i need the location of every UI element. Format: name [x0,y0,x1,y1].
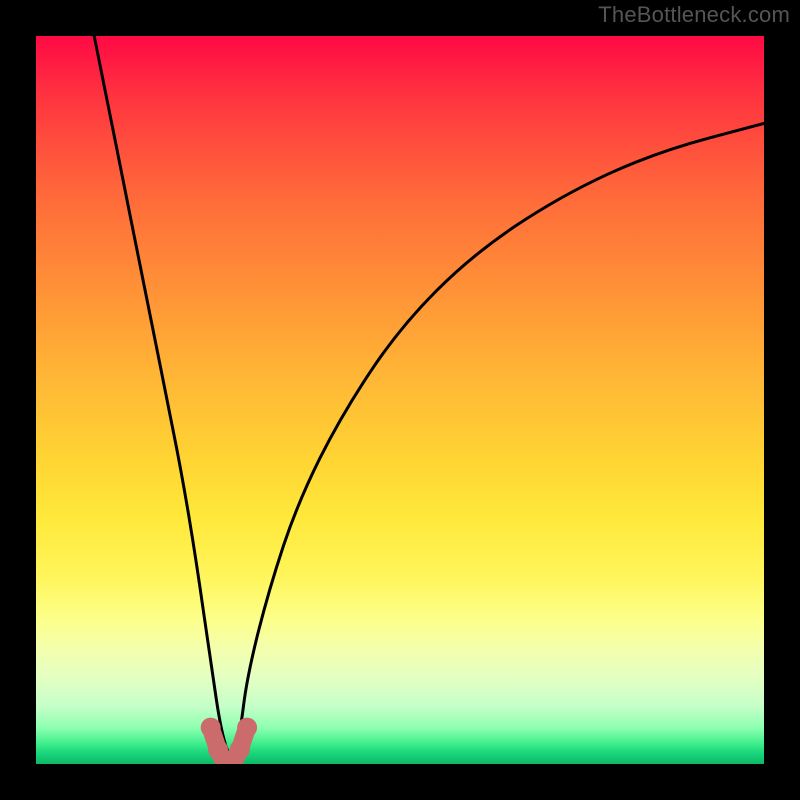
bottleneck-curve [94,36,764,757]
chart-plot-area [36,36,764,764]
watermark-text: TheBottleneck.com [598,2,790,28]
highlight-dot [201,718,221,738]
highlight-dot [237,718,257,738]
highlight-band [201,718,257,764]
curve-path [94,36,764,757]
highlight-dot [230,739,250,759]
chart-svg [36,36,764,764]
chart-frame: TheBottleneck.com [0,0,800,800]
